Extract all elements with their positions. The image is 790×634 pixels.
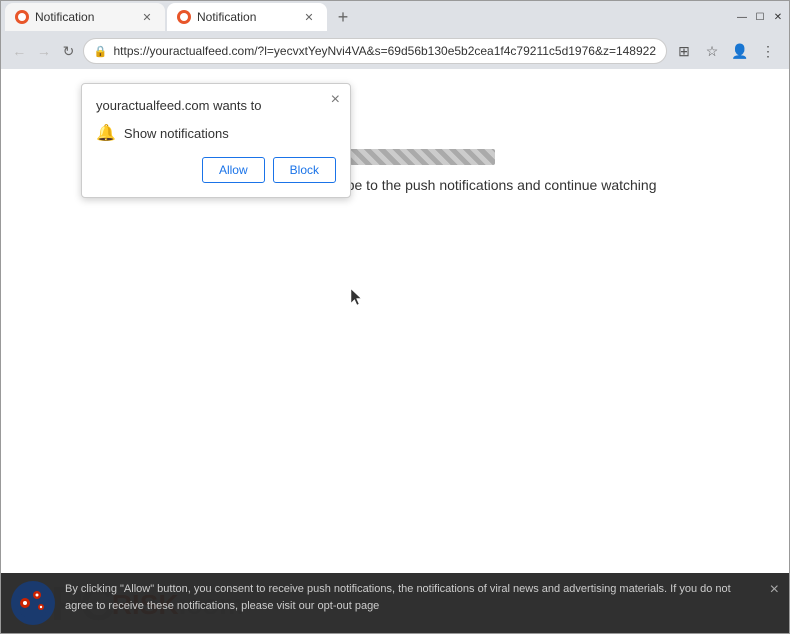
close-button[interactable]: ✕ xyxy=(771,10,785,24)
popup-close-button[interactable]: × xyxy=(331,92,340,108)
profile-icon[interactable]: 👤 xyxy=(727,38,753,64)
minimize-button[interactable]: — xyxy=(735,10,749,24)
forward-button[interactable]: → xyxy=(34,38,55,64)
address-bar: ← → ↻ 🔒 https://youractualfeed.com/?l=ye… xyxy=(1,33,789,69)
url-text: https://youractualfeed.com/?l=yecvxtYeyN… xyxy=(113,44,656,58)
banner-text-area: By clicking "Allow" button, you consent … xyxy=(65,581,753,614)
popup-notification-row: 🔔 Show notifications xyxy=(96,123,336,143)
window-controls: — ☐ ✕ xyxy=(735,10,785,24)
tab-1-favicon xyxy=(15,10,29,24)
lock-icon: 🔒 xyxy=(94,45,108,58)
toolbar-icons: ⊞ ☆ 👤 ⋮ xyxy=(671,38,781,64)
popup-buttons: Allow Block xyxy=(96,157,336,183)
bottom-banner: By clicking "Allow" button, you consent … xyxy=(1,573,789,633)
url-bar[interactable]: 🔒 https://youractualfeed.com/?l=yecvxtYe… xyxy=(83,38,667,64)
tab-1[interactable]: Notification ✕ xyxy=(5,3,165,31)
maximize-button[interactable]: ☐ xyxy=(753,10,767,24)
bell-icon: 🔔 xyxy=(96,123,116,143)
tab-2-close[interactable]: ✕ xyxy=(301,9,317,25)
allow-button[interactable]: Allow xyxy=(202,157,265,183)
block-button[interactable]: Block xyxy=(273,157,336,183)
menu-icon[interactable]: ⋮ xyxy=(755,38,781,64)
extensions-icon[interactable]: ⊞ xyxy=(671,38,697,64)
back-button[interactable]: ← xyxy=(9,38,30,64)
page-content: × youractualfeed.com wants to 🔔 Show not… xyxy=(1,69,789,633)
popup-notification-label: Show notifications xyxy=(124,126,229,141)
tab-2-label: Notification xyxy=(197,10,256,24)
tab-1-close[interactable]: ✕ xyxy=(139,9,155,25)
tab-2[interactable]: Notification ✕ xyxy=(167,3,327,31)
popup-title: youractualfeed.com wants to xyxy=(96,98,336,113)
mouse-cursor xyxy=(351,289,363,307)
banner-close-button[interactable]: × xyxy=(770,581,779,599)
banner-main-text: By clicking "Allow" button, you consent … xyxy=(65,583,731,612)
tab-2-favicon xyxy=(177,10,191,24)
banner-logo xyxy=(11,581,55,625)
notification-popup: × youractualfeed.com wants to 🔔 Show not… xyxy=(81,83,351,198)
title-bar: Notification ✕ Notification ✕ + — ☐ ✕ xyxy=(1,1,789,33)
new-tab-button[interactable]: + xyxy=(329,3,357,31)
browser-window: Notification ✕ Notification ✕ + — ☐ ✕ ← … xyxy=(0,0,790,634)
tab-1-label: Notification xyxy=(35,10,94,24)
bookmark-icon[interactable]: ☆ xyxy=(699,38,725,64)
refresh-button[interactable]: ↻ xyxy=(58,38,79,64)
